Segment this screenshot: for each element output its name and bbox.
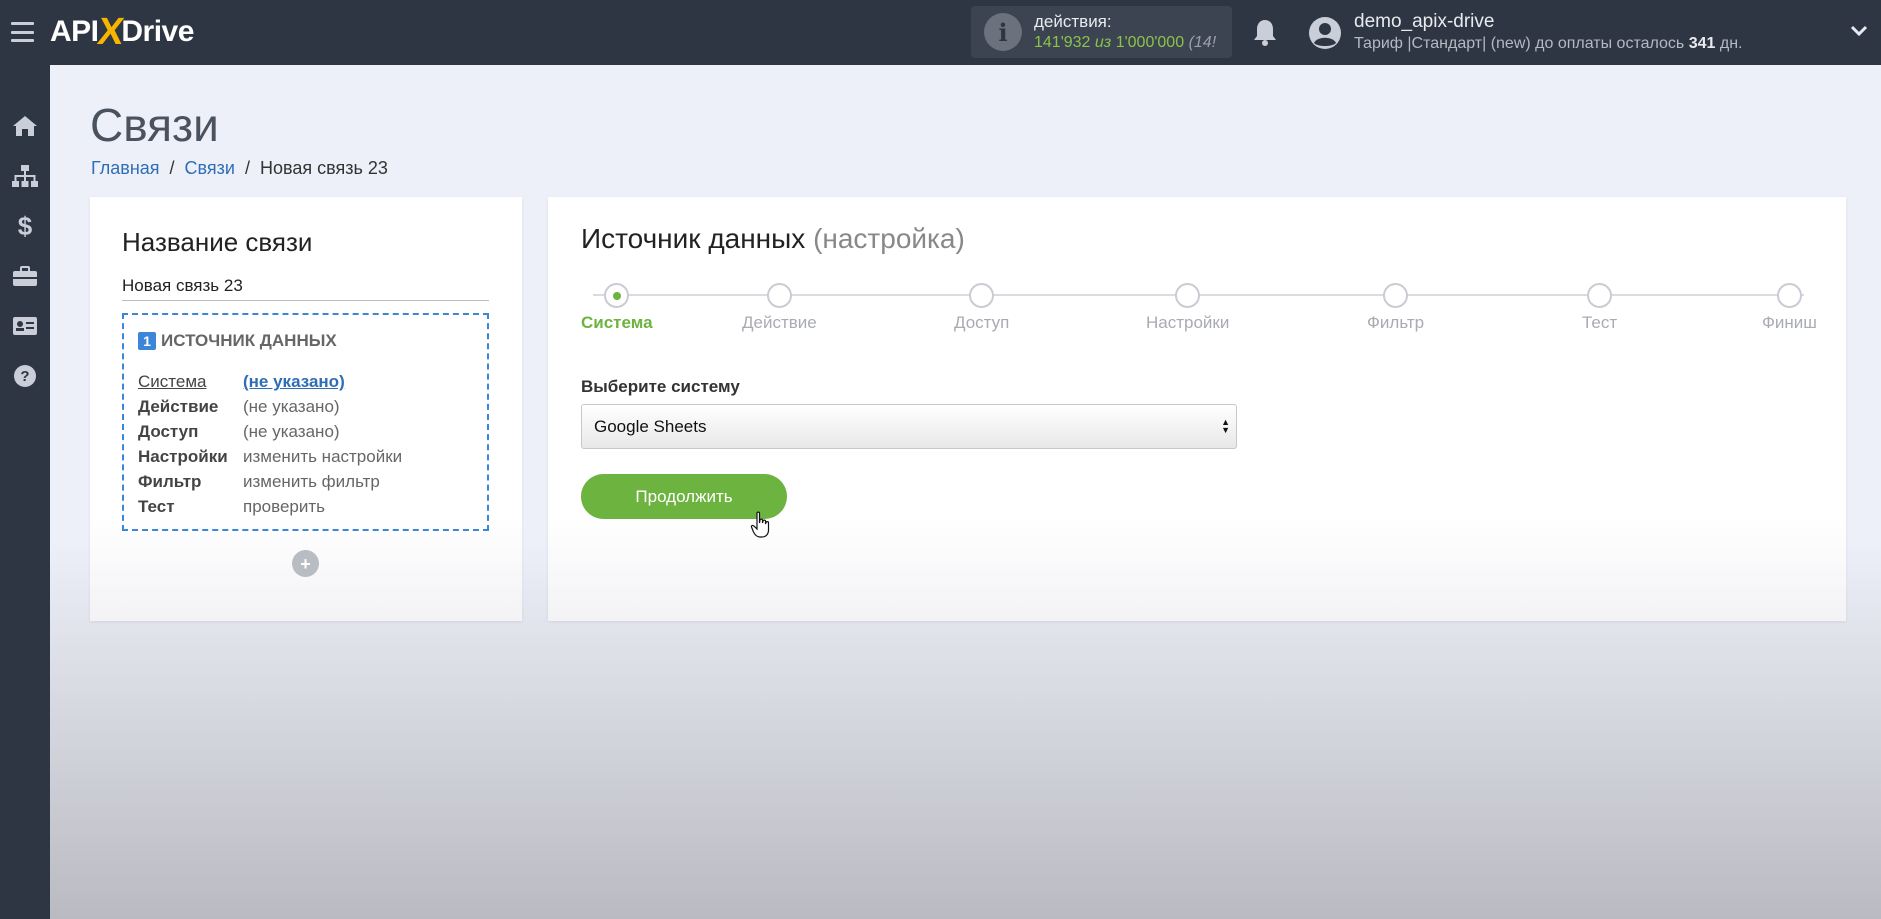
notifications-bell-icon[interactable] (1252, 18, 1278, 46)
logo-text-x: X (94, 10, 126, 53)
source-row-access: Доступ (не указано) (138, 419, 402, 444)
connection-name-title: Название связи (122, 227, 313, 257)
step-action[interactable]: Действие (742, 283, 817, 333)
step-access[interactable]: Доступ (954, 283, 1009, 333)
system-select-value: Google Sheets (594, 416, 707, 436)
connection-name-card: Название связи 1 ИСТОЧНИК ДАННЫХ Система… (90, 197, 522, 621)
source-row-value: (не указано) (243, 397, 340, 416)
step-label: Настройки (1146, 313, 1230, 332)
step-label: Доступ (954, 313, 1010, 332)
briefcase-icon[interactable] (11, 262, 39, 290)
source-row-value: изменить фильтр (243, 472, 380, 491)
step-filter[interactable]: Фильтр (1367, 283, 1424, 333)
step-dot (604, 283, 630, 308)
step-dot (969, 283, 995, 308)
logo-text-api: API (50, 15, 99, 48)
user-name: demo_apix-drive (1354, 11, 1495, 32)
sitemap-icon[interactable] (11, 162, 39, 190)
source-row-key: Настройки (138, 447, 228, 466)
breadcrumb-current: Новая связь 23 (259, 158, 388, 178)
page-title: Связи (90, 99, 219, 151)
dollar-icon[interactable]: $ (11, 211, 39, 241)
connection-name-input[interactable] (122, 271, 489, 301)
source-title: ИСТОЧНИК ДАННЫХ (161, 331, 337, 350)
step-label: Действие (742, 313, 817, 332)
user-info[interactable]: demo_apix-drive Тариф |Стандарт| (new) д… (1354, 11, 1742, 55)
actions-sep: из (1094, 34, 1112, 51)
step-label: Финиш (1762, 313, 1817, 332)
source-row-test: Тест проверить (138, 494, 402, 519)
source-row-action: Действие (не указано) (138, 394, 402, 419)
logo-text-drive: Drive (121, 15, 194, 48)
step-system[interactable]: Система (581, 283, 653, 333)
system-select[interactable]: Google Sheets ▲ ▼ (581, 404, 1237, 449)
tariff-days: 341 (1688, 35, 1716, 52)
svg-text:?: ? (20, 368, 29, 385)
data-source-block[interactable]: 1 ИСТОЧНИК ДАННЫХ Система (не указано) Д… (122, 313, 489, 531)
source-row-key: Фильтр (138, 472, 202, 491)
source-row-value: проверить (243, 497, 326, 516)
breadcrumb-home[interactable]: Главная (91, 158, 160, 178)
step-label: Система (581, 313, 653, 332)
source-row-value: изменить настройки (243, 447, 403, 466)
step-settings[interactable]: Настройки (1146, 283, 1229, 333)
step-test[interactable]: Тест (1582, 283, 1617, 333)
step-dot (766, 283, 792, 308)
data-source-title: Источник данных (настройка) (581, 223, 965, 255)
hamburger-menu-icon[interactable] (11, 22, 34, 42)
breadcrumb-separator: / (244, 158, 250, 178)
add-block-button[interactable]: + (292, 550, 319, 577)
select-system-label: Выберите систему (581, 377, 740, 396)
help-icon[interactable]: ? (11, 362, 39, 390)
step-label: Тест (1582, 313, 1618, 332)
actions-counter: i действия: 141'932 из 1'000'000 (14! (971, 6, 1232, 58)
tariff-prefix: Тариф |Стандарт| (new) до оплаты осталос… (1354, 35, 1685, 52)
source-row-value[interactable]: (не указано) (243, 369, 345, 394)
step-label: Фильтр (1367, 313, 1425, 332)
apix-drive-logo[interactable]: API X Drive (50, 10, 194, 53)
data-source-title-main: Источник данных (581, 223, 806, 254)
step-dot (1587, 283, 1613, 308)
actions-used: 141'932 (1034, 34, 1091, 51)
source-number-badge: 1 (138, 332, 156, 350)
chevron-down-icon[interactable] (1850, 24, 1868, 38)
top-bar: API X Drive i действия: 141'932 из 1'000'0… (0, 0, 1881, 65)
user-avatar-icon[interactable] (1308, 16, 1342, 50)
step-dot (1383, 283, 1409, 308)
actions-total: 1'000'000 (1115, 34, 1185, 51)
actions-label: действия: (1034, 12, 1112, 31)
sidebar: $ ? (0, 65, 50, 919)
step-dot (1776, 283, 1802, 308)
breadcrumb-separator: / (169, 158, 175, 178)
select-arrows-icon: ▲ ▼ (1221, 417, 1230, 435)
data-source-settings-card: Источник данных (настройка) Система Дейс… (548, 197, 1846, 621)
setup-stepper: Система Действие Доступ Настройки Фильтр… (581, 283, 1817, 343)
hand-cursor-icon (750, 511, 770, 538)
user-tariff: Тариф |Стандарт| (new) до оплаты осталос… (1354, 33, 1742, 55)
tariff-suffix: дн. (1719, 35, 1743, 52)
source-row-value: (не указано) (243, 422, 340, 441)
source-row-system: Система (не указано) (138, 369, 402, 394)
source-row-filter: Фильтр изменить фильтр (138, 469, 402, 494)
breadcrumb-connections[interactable]: Связи (185, 158, 235, 178)
breadcrumb: Главная / Связи / Новая связь 23 (91, 158, 388, 179)
actions-extra: (14! (1188, 34, 1217, 51)
step-finish[interactable]: Финиш (1762, 283, 1817, 333)
info-icon: i (984, 13, 1022, 51)
step-dot (1175, 283, 1201, 308)
source-row-key: Действие (138, 397, 219, 416)
actions-values: 141'932 из 1'000'000 (14! (1034, 32, 1219, 53)
source-row-key: Тест (138, 497, 175, 516)
data-source-title-suffix: (настройка) (813, 223, 965, 254)
source-row-key: Доступ (138, 422, 199, 441)
source-row-settings: Настройки изменить настройки (138, 444, 402, 469)
home-icon[interactable] (11, 112, 39, 140)
source-row-key[interactable]: Система (138, 369, 243, 394)
id-card-icon[interactable] (11, 312, 39, 340)
